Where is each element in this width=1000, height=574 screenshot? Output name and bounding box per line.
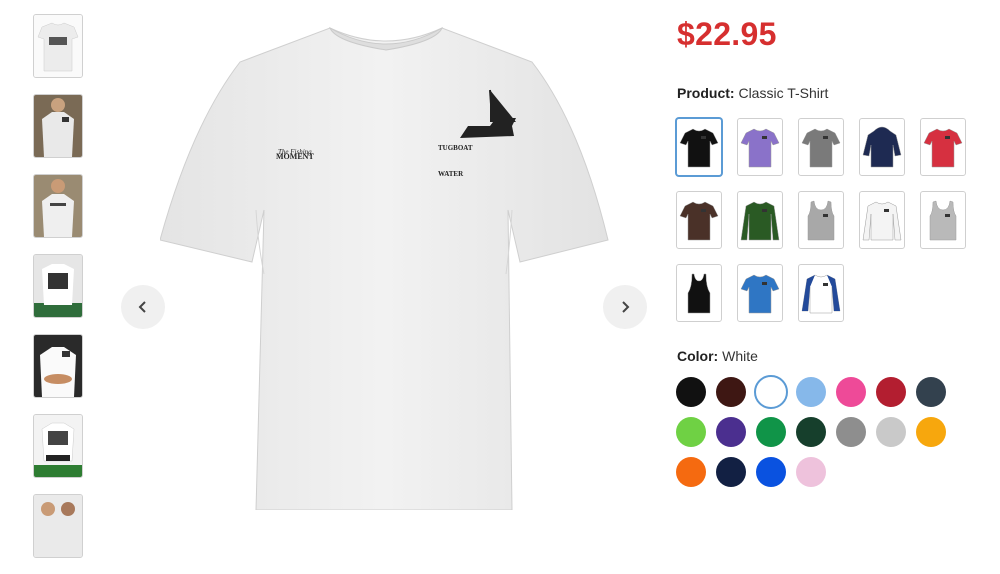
product-option-women-t-shirt[interactable]	[737, 118, 783, 176]
color-swatch-lime[interactable]	[676, 417, 706, 447]
product-value: Classic T-Shirt	[738, 85, 829, 101]
product-option-raglan[interactable]	[798, 264, 844, 322]
color-swatch-forest[interactable]	[796, 417, 826, 447]
thumbnail-3[interactable]	[33, 174, 83, 238]
chevron-right-icon	[622, 301, 630, 313]
color-label-row: Color: White	[677, 348, 758, 364]
color-swatch-red[interactable]	[876, 377, 906, 407]
color-swatch-light-blue[interactable]	[796, 377, 826, 407]
color-swatch-green[interactable]	[756, 417, 786, 447]
thumbnail-7[interactable]	[33, 494, 83, 558]
product-label-row: Product: Classic T-Shirt	[677, 85, 828, 101]
color-swatch-maroon[interactable]	[716, 377, 746, 407]
color-label: Color:	[677, 348, 719, 364]
color-swatch-gold[interactable]	[916, 417, 946, 447]
water-print-label: WATER	[438, 170, 464, 178]
chevron-left-icon	[138, 301, 146, 313]
product-option-tee-gray[interactable]	[798, 118, 844, 176]
color-swatch-royal[interactable]	[756, 457, 786, 487]
thumbnail-1[interactable]	[33, 14, 83, 78]
color-swatch-ash[interactable]	[876, 417, 906, 447]
product-price: $22.95	[677, 16, 777, 52]
color-swatch-black[interactable]	[676, 377, 706, 407]
product-option-classic-t-shirt[interactable]	[676, 118, 722, 176]
next-image-button[interactable]	[603, 285, 647, 329]
thumbnail-4[interactable]	[33, 254, 83, 318]
thumbnail-6[interactable]	[33, 414, 83, 478]
thumbnail-5[interactable]	[33, 334, 83, 398]
color-swatch-orange[interactable]	[676, 457, 706, 487]
product-option-v-neck-red[interactable]	[920, 118, 966, 176]
thumbnail-list	[33, 14, 85, 574]
left-chest-print-line2: MOMENT	[276, 152, 314, 161]
product-option-racerback-tank[interactable]	[676, 264, 722, 322]
main-product-image: The Fishing MOMENT TUGBOAT WATER	[159, 14, 612, 511]
product-option-sleeveless-gray[interactable]	[798, 191, 844, 249]
product-option-hoodie[interactable]	[859, 118, 905, 176]
product-option-long-sleeve[interactable]	[737, 191, 783, 249]
product-option-long-sleeve-white[interactable]	[859, 191, 905, 249]
product-option-tank-gray[interactable]	[920, 191, 966, 249]
color-swatch-pink[interactable]	[836, 377, 866, 407]
tugboat-print-label: TUGBOAT	[438, 144, 473, 152]
product-option-brown-tee[interactable]	[676, 191, 722, 249]
color-swatch-purple[interactable]	[716, 417, 746, 447]
color-swatch-gray[interactable]	[836, 417, 866, 447]
color-value: White	[722, 348, 758, 364]
thumbnail-2[interactable]	[33, 94, 83, 158]
previous-image-button[interactable]	[121, 285, 165, 329]
color-swatch-navy[interactable]	[716, 457, 746, 487]
color-swatch-light-pink[interactable]	[796, 457, 826, 487]
product-option-blue-tee[interactable]	[737, 264, 783, 322]
color-swatch-white[interactable]	[754, 375, 788, 409]
color-swatch-dark-gray[interactable]	[916, 377, 946, 407]
product-label: Product:	[677, 85, 735, 101]
